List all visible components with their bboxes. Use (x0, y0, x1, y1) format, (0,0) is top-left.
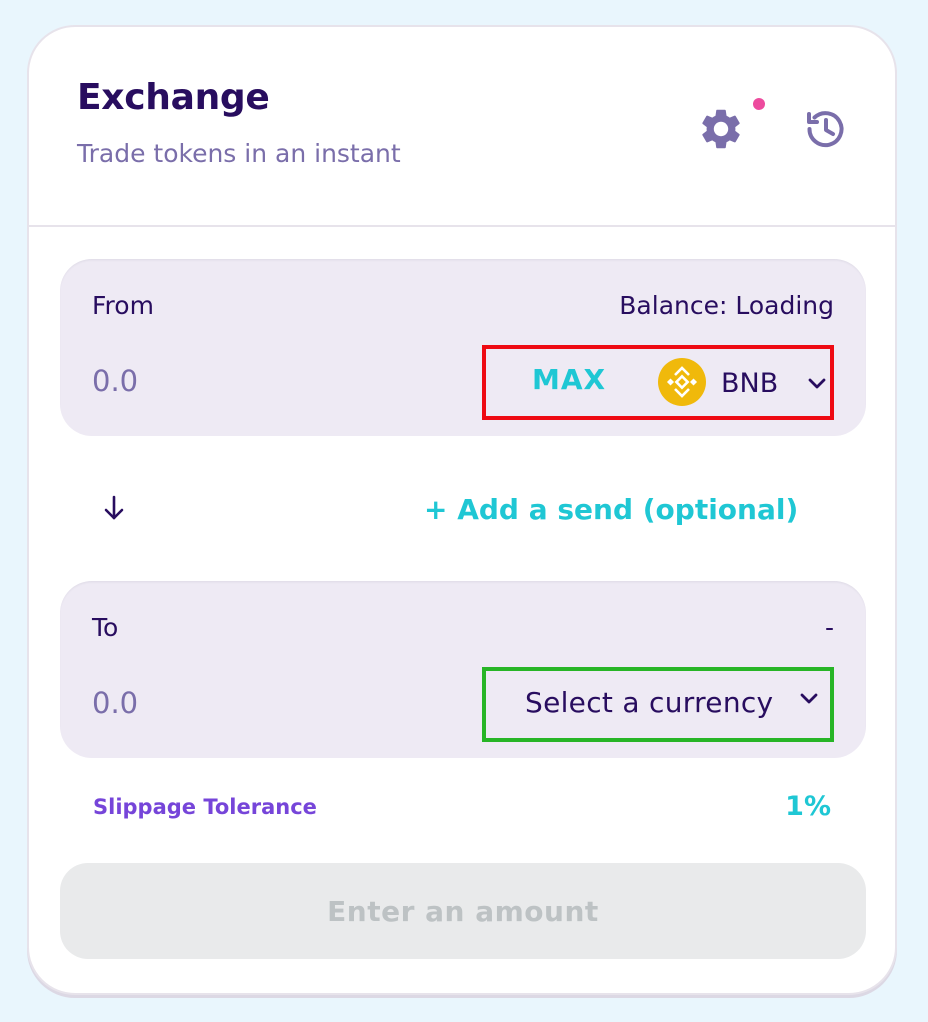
to-label: To (92, 613, 119, 642)
bnb-logo-icon (658, 358, 706, 406)
notification-dot (753, 98, 765, 110)
from-token-controls: MAX BNB (482, 345, 834, 420)
slippage-tolerance-value[interactable]: 1% (785, 791, 831, 822)
slippage-tolerance-label[interactable]: Slippage Tolerance (93, 795, 317, 819)
page-title: Exchange (77, 77, 270, 118)
add-send-button[interactable]: + Add a send (optional) (424, 493, 798, 526)
select-currency-button[interactable]: Select a currency (486, 671, 830, 738)
exchange-card: Exchange Trade tokens in an instant From… (27, 25, 897, 995)
to-amount-input[interactable] (92, 681, 342, 725)
gear-icon[interactable] (697, 105, 745, 153)
select-currency-label: Select a currency (525, 686, 774, 719)
page-subtitle: Trade tokens in an instant (77, 139, 401, 168)
to-panel: To - Select a currency (60, 581, 866, 758)
max-button[interactable]: MAX (532, 363, 606, 396)
card-header: Exchange Trade tokens in an instant (29, 27, 895, 227)
arrow-down-icon[interactable] (101, 494, 127, 522)
from-token-symbol: BNB (721, 368, 779, 399)
from-amount-input[interactable] (92, 359, 342, 403)
history-icon[interactable] (801, 105, 849, 153)
chevron-down-icon (808, 378, 826, 389)
from-balance: Balance: Loading (619, 291, 834, 320)
from-token-select-button[interactable]: BNB (658, 356, 828, 408)
chevron-down-icon (800, 693, 818, 704)
from-label: From (92, 291, 154, 320)
to-token-controls: Select a currency (482, 667, 834, 742)
enter-amount-button[interactable]: Enter an amount (60, 863, 866, 959)
from-panel: From Balance: Loading MAX BNB (60, 259, 866, 436)
to-balance: - (824, 613, 834, 642)
